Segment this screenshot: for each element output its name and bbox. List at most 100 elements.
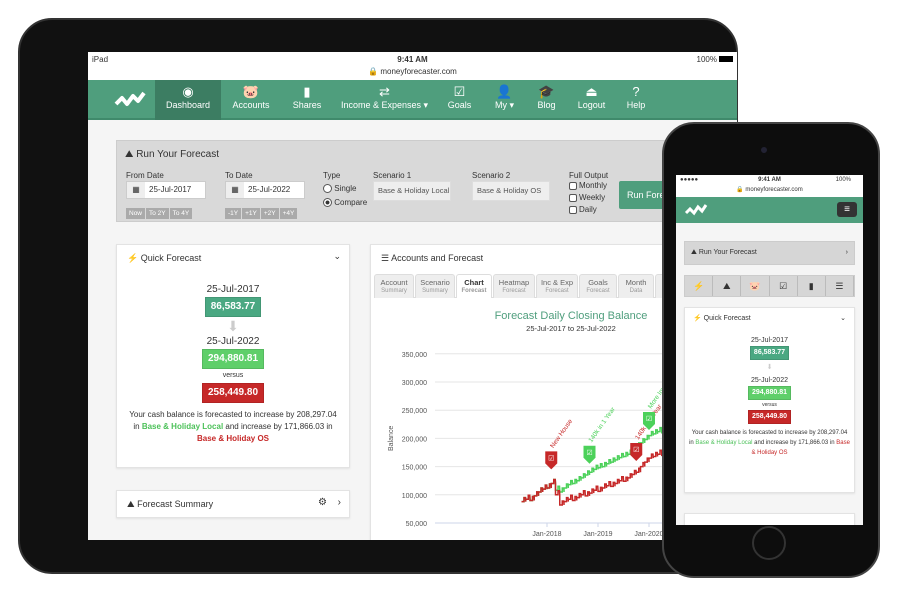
x-tick-label: Jan-2018 [532, 531, 561, 538]
checkbox-label: Monthly [579, 181, 608, 190]
increase-2: 171,866.03 [798, 440, 829, 446]
logo-icon[interactable] [684, 203, 708, 217]
full-output-label: Full Output [569, 171, 609, 180]
to-quick-button[interactable]: +1Y [242, 208, 260, 219]
goal-marker[interactable]: ☑ New House [545, 418, 574, 470]
logo-icon[interactable] [114, 90, 146, 110]
nav-item-1[interactable]: 🐷 Accounts [221, 80, 281, 120]
output-checkbox-0[interactable]: Monthly [569, 180, 607, 192]
chevron-right-icon[interactable]: › [338, 497, 341, 508]
phone-url-text: moneyforecaster.com [745, 187, 803, 193]
chevron-right-icon: › [845, 249, 848, 256]
phone-run-forecast[interactable]: ⛰ Run Your Forecast › [684, 241, 855, 265]
from-date-input[interactable]: ▦ 25-Jul-2017 [126, 181, 206, 199]
tab-sublabel: Data [629, 288, 643, 294]
tab-2[interactable]: Chart Forecast [456, 274, 492, 298]
nav-item-7[interactable]: ⏏ Logout [567, 80, 616, 120]
url-text: moneyforecaster.com [380, 67, 457, 76]
from-quick-buttons: Now To 2Y To 4Y [126, 202, 193, 220]
nav-label: Goals [447, 100, 472, 110]
check-square-icon: ☑ [548, 454, 554, 462]
status-bar: iPad 9:41 AM 100% 🔒 moneyforecaster.com [88, 52, 737, 80]
tab-5[interactable]: Goals Forecast [579, 274, 617, 298]
phone-versus: versus [762, 402, 777, 408]
phone-run-title: Run Your Forecast [698, 249, 757, 256]
scenario2-select[interactable]: Base & Holiday OS [472, 181, 550, 201]
check-square-icon[interactable]: ☑ [770, 276, 798, 296]
y-tick-label: 150,000 [402, 465, 427, 472]
y-tick-label: 300,000 [402, 380, 427, 387]
scenario-1-name: Base & Holiday Local [695, 440, 753, 446]
nav-label: My ▾ [494, 100, 514, 110]
chevron-down-icon[interactable]: ⌄ [333, 251, 341, 262]
nav-item-4[interactable]: ☑ Goals [436, 80, 483, 120]
nav-item-0[interactable]: ◉ Dashboard [155, 80, 221, 120]
phone-end-date: 25-Jul-2022 [751, 377, 788, 384]
to-quick-button[interactable]: +2Y [260, 208, 279, 219]
main-nav: ◉ Dashboard 🐷 Accounts ▮ Shares ⇄ Income & Expe… [88, 80, 737, 120]
from-quick-button[interactable]: To 2Y [146, 208, 169, 219]
bolt-icon[interactable]: ⚡ [685, 276, 714, 296]
to-date-input[interactable]: ▦ 25-Jul-2022 [225, 181, 305, 199]
to-quick-button[interactable]: -1Y [225, 208, 242, 219]
from-quick-button[interactable]: Now [126, 208, 146, 219]
tab-3[interactable]: Heatmap Forecast [493, 274, 535, 298]
checkbox-icon [569, 193, 577, 202]
calendar-icon[interactable]: ▦ [226, 182, 244, 198]
output-checkbox-2[interactable]: Daily [569, 204, 607, 216]
accounts-forecast-title: Accounts and Forecast [391, 253, 484, 263]
home-button[interactable] [752, 526, 786, 560]
desc-text: in [829, 440, 835, 446]
scenario-2-name: Base & Holiday OS [196, 434, 270, 443]
radio-icon [323, 184, 332, 194]
hamburger-menu-icon[interactable]: ≡ [837, 202, 857, 217]
desc-text: in [689, 440, 694, 446]
calendar-icon[interactable]: ▦ [127, 182, 145, 198]
road-icon[interactable]: ⛰ [713, 276, 742, 296]
battery-icon [719, 56, 733, 62]
check-square-icon: ☑ [646, 415, 652, 423]
tab-4[interactable]: Inc & Exp Forecast [536, 274, 578, 298]
gear-icon[interactable]: ⚙ [318, 497, 327, 508]
y-tick-label: 250,000 [402, 408, 427, 415]
chevron-down-icon[interactable]: ⌄ [840, 314, 846, 324]
desc-text: and increase by [225, 422, 282, 431]
from-quick-button[interactable]: To 4Y [169, 208, 193, 219]
start-date: 25-Jul-2017 [206, 284, 260, 295]
phone-quick-forecast-card: ⚡ Quick Forecast ⌄ 25-Jul-2017 86,583.77 … [684, 307, 855, 493]
quick-forecast-header: ⚡ Quick Forecast [127, 253, 201, 264]
nav-item-3[interactable]: ⇄ Income & Expenses ▾ [333, 80, 436, 120]
checkbox-label: Weekly [579, 193, 606, 202]
start-balance-badge: 86,583.77 [204, 297, 262, 317]
list-icon[interactable]: ☰ [826, 276, 855, 296]
url-bar[interactable]: 🔒 moneyforecaster.com [88, 67, 737, 76]
goal-marker[interactable]: ☑140k in 1 Year [583, 405, 618, 464]
phone-forecast-summary-card[interactable] [684, 513, 855, 525]
tab-6[interactable]: Month Data [618, 274, 654, 298]
forecast-summary-card[interactable]: ⛰ Forecast Summary ⚙ › [116, 490, 350, 518]
nav-item-2[interactable]: ▮ Shares [281, 80, 333, 120]
to-quick-button[interactable]: +4Y [279, 208, 298, 219]
phone-battery: 100% [835, 177, 851, 183]
nav-item-8[interactable]: ? Help [616, 80, 656, 120]
logout-icon: ⏏ [585, 84, 598, 99]
phone-quick-header: ⚡ Quick Forecast ⌄ [693, 314, 846, 324]
piggy-bank-icon[interactable]: 🐷 [741, 276, 770, 296]
type-radio-0[interactable]: Single [323, 182, 367, 196]
nav-item-6[interactable]: 🎓 Blog [526, 80, 567, 120]
tab-1[interactable]: Scenario Summary [415, 274, 455, 298]
output-checkbox-1[interactable]: Weekly [569, 192, 607, 204]
nav-label: Logout [577, 100, 606, 110]
increase-2: 171,866.03 [284, 422, 325, 431]
phone-url-bar[interactable]: 🔒 moneyforecaster.com [676, 186, 863, 193]
from-date-value: 25-Jul-2017 [149, 185, 192, 194]
scenario2-label: Scenario 2 [472, 171, 511, 180]
nav-item-5[interactable]: 👤 My ▾ [483, 80, 526, 120]
radio-label: Compare [334, 198, 368, 207]
tab-0[interactable]: Account Summary [374, 274, 414, 298]
scenario1-select[interactable]: Base & Holiday Local [373, 181, 451, 201]
tab-label: Heatmap [498, 278, 530, 287]
bar-chart-icon[interactable]: ▮ [798, 276, 826, 296]
type-radio-1[interactable]: Compare [323, 196, 367, 210]
type-label: Type [323, 171, 341, 180]
